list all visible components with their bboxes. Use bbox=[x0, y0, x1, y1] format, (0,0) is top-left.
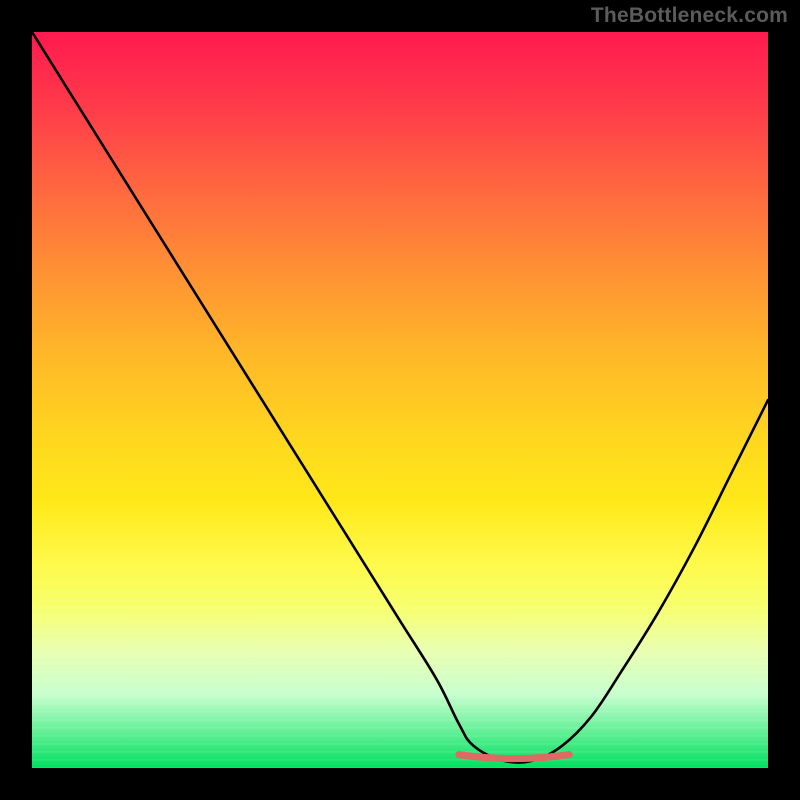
trough-highlight bbox=[459, 755, 569, 759]
bottleneck-curve bbox=[32, 32, 768, 763]
curve-svg bbox=[32, 32, 768, 768]
plot-area bbox=[32, 32, 768, 768]
watermark-text: TheBottleneck.com bbox=[591, 4, 788, 28]
chart-frame: TheBottleneck.com bbox=[0, 0, 800, 800]
